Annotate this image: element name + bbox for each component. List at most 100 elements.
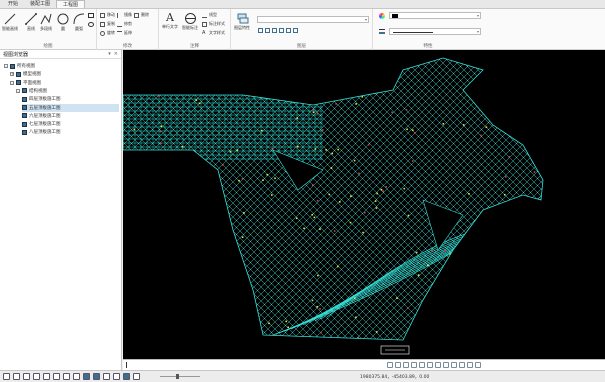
smart-line-button[interactable]: 智能画线 bbox=[2, 12, 18, 32]
tree-item[interactable]: 八层顶板施工图 bbox=[22, 128, 119, 136]
text-style-button[interactable]: A 文字样式 bbox=[202, 30, 225, 36]
rectangle-icon[interactable] bbox=[88, 13, 94, 18]
panel-header: 视图浏览器 ▾ × bbox=[0, 50, 121, 59]
view-tool-icon-10[interactable] bbox=[459, 362, 465, 368]
extend-button[interactable]: 延伸 bbox=[124, 30, 132, 36]
delete-button[interactable]: 删除 bbox=[141, 12, 149, 18]
plan-marker bbox=[510, 116, 512, 118]
linetype-button[interactable]: 线型 bbox=[202, 12, 217, 18]
plan-marker bbox=[160, 125, 163, 127]
move-button[interactable]: 移动 bbox=[107, 12, 115, 18]
plan-line bbox=[499, 58, 543, 340]
view-tool-icon-7[interactable] bbox=[435, 362, 441, 368]
view-tool-icon-3[interactable] bbox=[403, 362, 409, 368]
command-line[interactable] bbox=[123, 359, 605, 370]
view-tool-icon-8[interactable] bbox=[443, 362, 449, 368]
plan-marker bbox=[180, 270, 183, 273]
cad-drawing bbox=[123, 50, 605, 359]
rotate-button[interactable]: 旋转 bbox=[107, 30, 115, 36]
tree-item[interactable]: - 结构视图 bbox=[16, 87, 119, 95]
plan-marker bbox=[503, 193, 506, 196]
smart-line-icon bbox=[4, 13, 16, 25]
plan-line bbox=[506, 58, 543, 340]
plan-line bbox=[254, 58, 543, 340]
plan-line bbox=[324, 58, 543, 340]
status-icon-7[interactable] bbox=[63, 373, 70, 380]
pin-icon[interactable]: ▾ bbox=[108, 51, 111, 57]
status-icon-5[interactable] bbox=[43, 373, 50, 380]
copy-button[interactable]: 复制 bbox=[107, 21, 115, 27]
mirror-button[interactable]: 镜像 bbox=[124, 12, 132, 18]
tree-item[interactable]: - 所有视图 bbox=[4, 62, 119, 70]
ellipse-icon[interactable] bbox=[88, 22, 94, 27]
view-icon bbox=[22, 88, 27, 94]
close-icon[interactable]: × bbox=[114, 51, 118, 57]
view-tool-icon-5[interactable] bbox=[419, 362, 425, 368]
status-icon-2[interactable] bbox=[13, 373, 20, 380]
collapse-toggle-icon[interactable]: - bbox=[10, 80, 14, 85]
tree-item-label: 平面视图 bbox=[23, 80, 41, 86]
collapse-toggle-icon[interactable]: - bbox=[4, 64, 8, 68]
collapse-toggle-icon[interactable]: - bbox=[16, 88, 20, 93]
view-tool-icon-4[interactable] bbox=[411, 362, 417, 368]
status-icon-4[interactable] bbox=[33, 373, 40, 380]
tab-engineering-drawing[interactable]: 工程图 bbox=[56, 0, 86, 8]
view-tool-icon-6[interactable] bbox=[427, 362, 433, 368]
dimension-style-button[interactable]: 标注样式 bbox=[202, 21, 225, 27]
plan-line bbox=[289, 58, 543, 340]
polyline-button[interactable]: 多段线 bbox=[39, 12, 53, 32]
status-icon-9[interactable] bbox=[83, 373, 90, 380]
plan-line bbox=[464, 58, 543, 340]
status-icon-12[interactable] bbox=[113, 373, 120, 380]
expand-toggle-icon[interactable]: + bbox=[10, 72, 14, 77]
single-line-text-button[interactable]: A 单行文字 bbox=[162, 11, 178, 30]
trim-button[interactable]: 修剪 bbox=[124, 21, 132, 27]
view-tool-icon-9[interactable] bbox=[451, 362, 457, 368]
plan-marker bbox=[536, 242, 539, 244]
layer-tool-icon-6[interactable] bbox=[293, 28, 298, 33]
view-tool-icon-2[interactable] bbox=[395, 362, 401, 368]
tree-item[interactable]: 七层顶板施工图 bbox=[22, 120, 119, 128]
tab-assembly[interactable]: 装配工图 bbox=[24, 0, 56, 8]
layer-properties-button[interactable]: 图层特性 bbox=[234, 12, 250, 31]
layer-tool-icon-2[interactable] bbox=[265, 28, 270, 33]
view-tool-icon-12[interactable] bbox=[475, 362, 481, 368]
status-icon-6[interactable] bbox=[53, 373, 60, 380]
tree-item[interactable]: 六层顶板施工图 bbox=[22, 112, 119, 120]
plan-line bbox=[282, 58, 543, 340]
tree-item[interactable]: + 模型视图 bbox=[10, 70, 119, 78]
layer-dropdown[interactable]: ▾ bbox=[257, 16, 369, 23]
tree-item[interactable]: 四层顶板施工图 bbox=[22, 95, 119, 103]
status-icon-1[interactable] bbox=[3, 373, 10, 380]
color-dropdown[interactable]: ▾ bbox=[389, 12, 481, 19]
linetype-dropdown[interactable]: ▾ bbox=[389, 28, 481, 35]
status-icon-13[interactable] bbox=[123, 373, 130, 380]
drawing-canvas[interactable] bbox=[123, 50, 605, 359]
zoom-slider-handle[interactable] bbox=[176, 374, 179, 379]
circle-button[interactable]: 圆 bbox=[56, 12, 70, 32]
status-icon-3[interactable] bbox=[23, 373, 30, 380]
tree-item[interactable]: 五层顶板施工图 bbox=[22, 103, 119, 112]
layer-tool-icon-1[interactable] bbox=[258, 28, 263, 33]
tab-start[interactable]: 开始 bbox=[2, 0, 24, 8]
tree-item[interactable]: - 平面视图 bbox=[10, 79, 119, 87]
layer-group: 图层特性 ▾ 图层 bbox=[231, 9, 373, 50]
status-icon-14[interactable] bbox=[133, 373, 140, 380]
layer-tool-icon-3[interactable] bbox=[272, 28, 277, 33]
plan-line bbox=[541, 58, 543, 340]
plan-marker bbox=[270, 194, 273, 196]
status-icon-10[interactable] bbox=[93, 373, 100, 380]
layer-tool-icon-5[interactable] bbox=[286, 28, 291, 33]
arc-button[interactable]: 圆弧 bbox=[72, 12, 86, 32]
plan-line bbox=[556, 50, 605, 359]
layer-tool-icon-4[interactable] bbox=[279, 28, 284, 33]
plan-marker bbox=[417, 274, 420, 276]
status-icon-8[interactable] bbox=[73, 373, 80, 380]
zoom-slider[interactable] bbox=[160, 376, 200, 377]
smart-dimension-button[interactable]: 智能标注 bbox=[182, 12, 198, 31]
line-button[interactable]: 直线 bbox=[24, 12, 38, 32]
plan-line bbox=[577, 50, 605, 359]
view-tool-icon-11[interactable] bbox=[467, 362, 473, 368]
status-icon-11[interactable] bbox=[103, 373, 110, 380]
view-tool-icon-1[interactable] bbox=[387, 362, 393, 368]
